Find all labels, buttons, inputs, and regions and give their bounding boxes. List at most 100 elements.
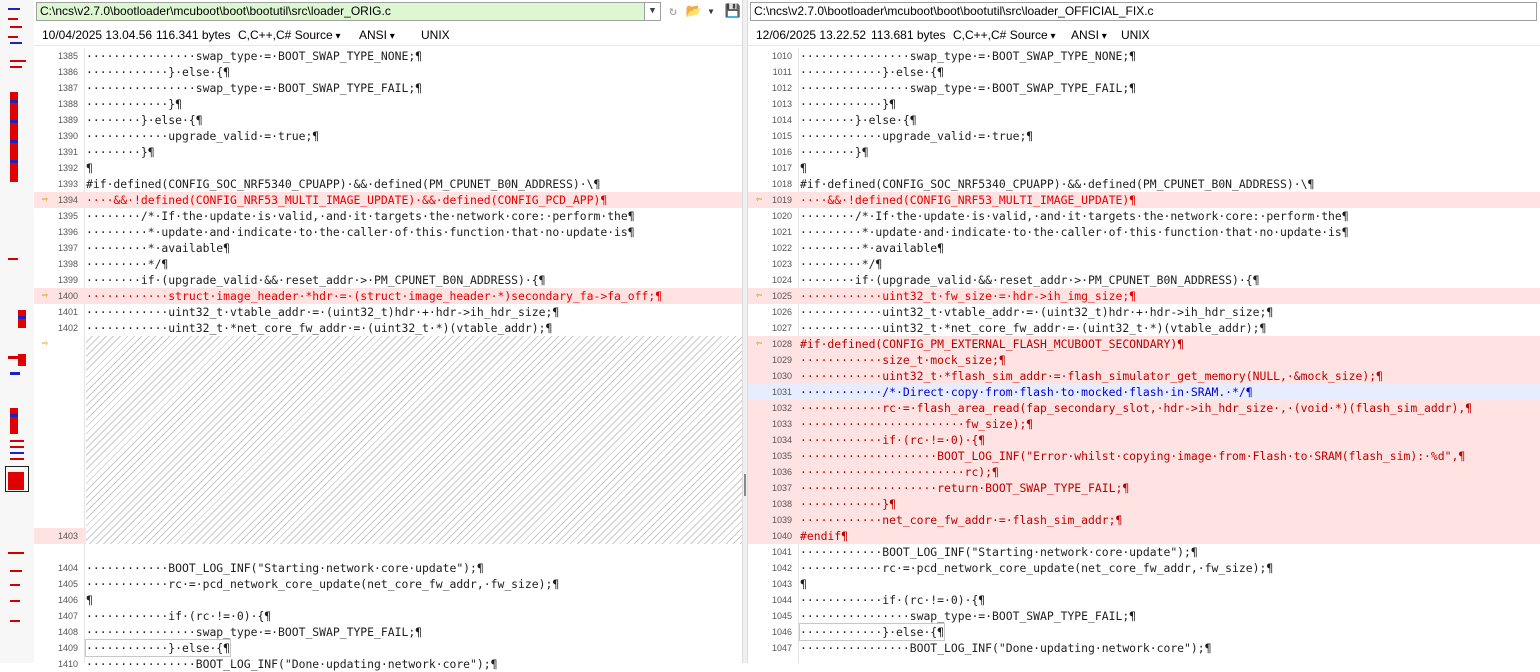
code-line[interactable]: 1015 ············upgrade_valid·=·true;¶ [748,128,1540,144]
line-text: ········if·(upgrade_valid·&&·reset_addr·… [86,273,546,287]
code-line[interactable]: 1027 ············uint32_t·*net_core_fw_ad… [748,320,1540,336]
code-line[interactable]: 1389 ········}·else·{¶ [34,112,742,128]
right-syntax-select[interactable]: C,C++,C# Source [953,26,1056,46]
left-path-dropdown-chevron-icon[interactable]: ▼ [645,2,661,21]
code-line[interactable]: 1043 ¶ [748,576,1540,592]
left-encoding-select[interactable]: ANSI [359,26,395,46]
line-text: ················swap_type·=·BOOT_SWAP_TY… [800,609,1137,623]
right-code-view[interactable]: 1010 ················swap_type·=·BOOT_SWA… [748,48,1540,656]
code-line[interactable]: 1030 ············uint32_t·*flash_sim_addr… [748,368,1540,384]
code-line[interactable]: 1018 #if·defined(CONFIG_SOC_NRF5340_CPUAP… [748,176,1540,192]
code-line[interactable]: 1401 ············uint32_t·vtable_addr·=·(… [34,304,742,320]
diff-overview-strip[interactable] [0,0,35,663]
code-line[interactable]: 1388 ············}¶ [34,96,742,112]
code-line[interactable]: 1013 ············}¶ [748,96,1540,112]
overview-viewport-window[interactable] [5,466,29,492]
code-line[interactable]: 1014 ········}·else·{¶ [748,112,1540,128]
code-line[interactable]: 1011 ············}·else·{¶ [748,64,1540,80]
left-eol-label[interactable]: UNIX [421,26,450,45]
code-line[interactable]: 1036 ························rc);¶ [748,464,1540,480]
code-line[interactable]: 1404 ············BOOT_LOG_INF("Starting·n… [34,560,742,576]
line-number: 1396 [57,227,78,237]
code-line[interactable]: 1041 ············BOOT_LOG_INF("Starting·n… [748,544,1540,560]
code-line[interactable]: 1390 ············upgrade_valid·=·true;¶ [34,128,742,144]
line-text: ····················BOOT_LOG_INF("Error·… [800,449,1466,463]
code-line[interactable]: 1026 ············uint32_t·vtable_addr·=·(… [748,304,1540,320]
code-line[interactable]: 1387 ················swap_type·=·BOOT_SWA… [34,80,742,96]
code-line[interactable]: ⇨ 1400 ············struct·image_header·*hd… [34,288,742,304]
code-line[interactable]: 1012 ················swap_type·=·BOOT_SWA… [748,80,1540,96]
code-line[interactable]: 1032 ············rc·=·flash_area_read(fap… [748,400,1540,416]
code-line[interactable]: 1038 ············}¶ [748,496,1540,512]
code-line[interactable]: 1031 ············/*·Direct·copy·from·flas… [748,384,1540,400]
code-line[interactable]: 1021 ·········*·update·and·indicate·to·th… [748,224,1540,240]
code-line[interactable]: ⇦ 1025 ············uint32_t·fw_size·=·hdr-… [748,288,1540,304]
code-line[interactable]: 1042 ············rc·=·pcd_network_core_up… [748,560,1540,576]
reload-icon[interactable]: ↻ [664,3,682,20]
code-line[interactable]: 1391 ········}¶ [34,144,742,160]
overview-diff-marker [10,414,18,417]
code-line[interactable]: 1385 ················swap_type·=·BOOT_SWA… [34,48,742,64]
code-line[interactable]: 1047 ················BOOT_LOG_INF("Done·u… [748,640,1540,656]
code-line[interactable]: 1045 ················swap_type·=·BOOT_SWA… [748,608,1540,624]
code-line[interactable]: 1408 ················swap_type·=·BOOT_SWA… [34,624,742,640]
open-dropdown-chevron-icon[interactable]: ▼ [706,3,716,20]
line-text: ············if·(rc·!=·0)·{¶ [86,609,272,623]
code-line[interactable]: 1033 ························fw_size);¶ [748,416,1540,432]
overview-diff-marker [10,92,18,182]
code-line[interactable]: 1040 #endif¶ [748,528,1540,544]
line-number: 1395 [57,211,78,221]
left-path-input[interactable]: C:\ncs\v2.7.0\bootloader\mcuboot\boot\bo… [36,2,645,21]
right-encoding-select[interactable]: ANSI [1071,26,1107,46]
splitter-grip[interactable] [744,474,746,496]
line-text: ····&&·!defined(CONFIG_NRF53_MULTI_IMAGE… [800,193,1137,207]
code-line[interactable]: ⇨ 1394 ····&&·!defined(CONFIG_NRF53_MULTI_… [34,192,742,208]
line-number: 1023 [771,259,792,269]
code-line[interactable]: 1392 ¶ [34,160,742,176]
save-icon[interactable]: 💾 [724,3,742,20]
code-line[interactable]: 1402 ············uint32_t·*net_core_fw_ad… [34,320,742,336]
line-text: ············uint32_t·*net_core_fw_addr·=… [800,321,1267,335]
code-line[interactable]: 1409 ············}·else·{¶ [34,639,742,657]
code-line[interactable]: 1022 ·········*·available¶ [748,240,1540,256]
code-line[interactable]: 1017 ¶ [748,160,1540,176]
line-text: ············BOOT_LOG_INF("Starting·netwo… [800,545,1198,559]
code-line[interactable]: 1395 ········/*·If·the·update·is·valid,·a… [34,208,742,224]
code-line[interactable]: 1034 ············if·(rc·!=·0)·{¶ [748,432,1540,448]
code-line[interactable]: 1035 ····················BOOT_LOG_INF("Er… [748,448,1540,464]
code-line[interactable]: 1410 ················BOOT_LOG_INF("Done·u… [34,656,742,672]
line-number: 1401 [57,307,78,317]
left-syntax-select[interactable]: C,C++,C# Source [238,26,341,46]
code-line[interactable]: ⇦ 1019 ····&&·!defined(CONFIG_NRF53_MULTI_… [748,192,1540,208]
code-line[interactable]: 1396 ·········*·update·and·indicate·to·th… [34,224,742,240]
code-line[interactable]: 1024 ········if·(upgrade_valid·&&·reset_a… [748,272,1540,288]
code-line[interactable]: 1398 ·········*/¶ [34,256,742,272]
code-line[interactable]: 1029 ············size_t·mock_size;¶ [748,352,1540,368]
code-line[interactable]: 1393 #if·defined(CONFIG_SOC_NRF5340_CPUAP… [34,176,742,192]
overview-diff-marker [10,452,24,454]
right-path-input[interactable]: C:\ncs\v2.7.0\bootloader\mcuboot\boot\bo… [750,2,1537,21]
code-line[interactable] [34,544,742,560]
line-text: ················swap_type·=·BOOT_SWAP_TY… [800,49,1137,63]
diff-arrow-right-icon[interactable]: ⇨ [34,336,56,352]
line-text: ················swap_type·=·BOOT_SWAP_TY… [86,49,423,63]
code-line[interactable]: 1039 ············net_core_fw_addr·=·flash… [748,512,1540,528]
code-line[interactable]: 1046 ············}·else·{¶ [748,623,1540,641]
code-line[interactable]: 1407 ············if·(rc·!=·0)·{¶ [34,608,742,624]
code-line[interactable]: 1023 ·········*/¶ [748,256,1540,272]
right-eol-label[interactable]: UNIX [1121,26,1150,45]
open-folder-icon[interactable]: 📂 [685,3,703,20]
code-line[interactable]: 1020 ········/*·If·the·update·is·valid,·a… [748,208,1540,224]
code-line[interactable]: 1010 ················swap_type·=·BOOT_SWA… [748,48,1540,64]
code-line[interactable]: 1016 ········}¶ [748,144,1540,160]
line-text: ············rc·=·flash_area_read(fap_sec… [800,401,1473,415]
code-line[interactable]: 1399 ········if·(upgrade_valid·&&·reset_a… [34,272,742,288]
code-line[interactable]: 1405 ············rc·=·pcd_network_core_up… [34,576,742,592]
code-line[interactable]: 1037 ····················return·BOOT_SWAP… [748,480,1540,496]
code-line[interactable]: 1044 ············if·(rc·!=·0)·{¶ [748,592,1540,608]
code-line[interactable]: ⇦ 1028 #if·defined(CONFIG_PM_EXTERNAL_FLAS… [748,336,1540,352]
line-number: 1010 [771,51,792,61]
code-line[interactable]: 1406 ¶ [34,592,742,608]
code-line[interactable]: 1397 ·········*·available¶ [34,240,742,256]
code-line[interactable]: 1386 ············}·else·{¶ [34,64,742,80]
